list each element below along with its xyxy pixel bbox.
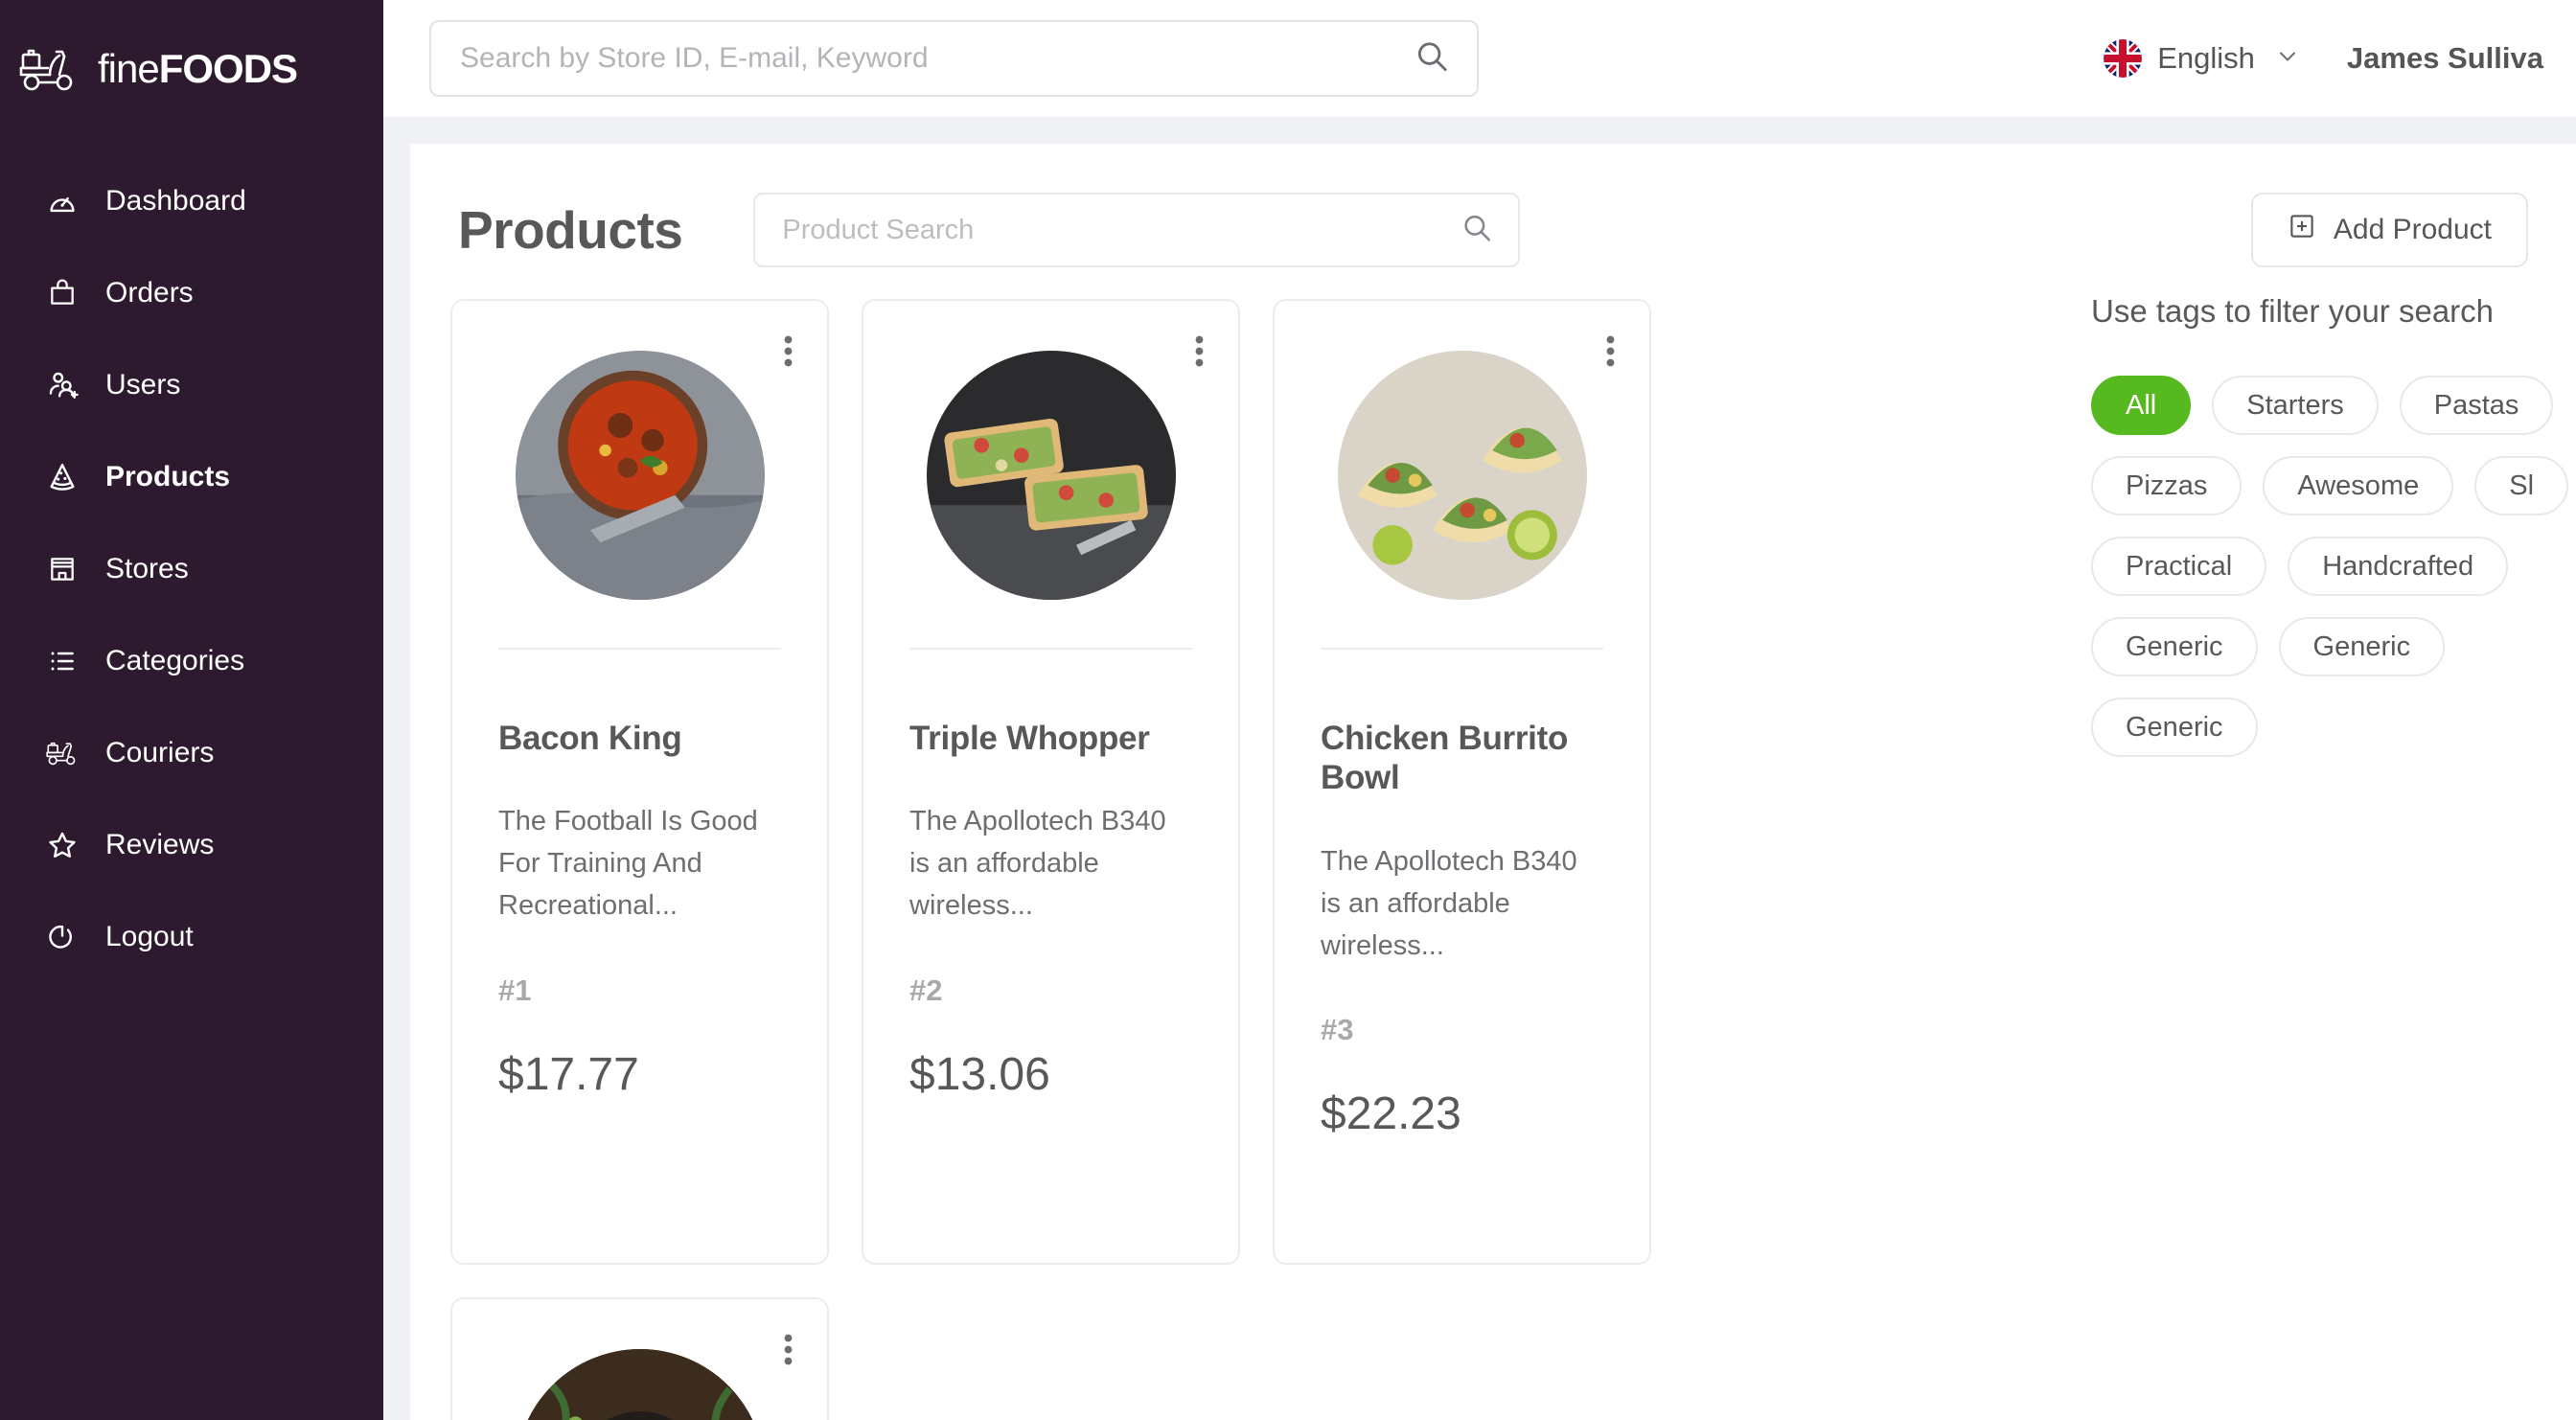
- sidebar-item-categories[interactable]: Categories: [0, 615, 383, 707]
- sidebar-item-logout[interactable]: Logout: [0, 891, 383, 983]
- product-rank: #2: [909, 973, 943, 1007]
- storefront-icon: [44, 551, 80, 587]
- product-card[interactable]: Chicken Burrito Bowl The Apollotech B340…: [1273, 299, 1651, 1265]
- product-description: The Apollotech B340 is an affordable wir…: [1321, 845, 1577, 961]
- sidebar: fine FOODS Dashboard Orders Users Produc…: [0, 0, 383, 1420]
- scooter-icon: [44, 735, 80, 771]
- tag-chip[interactable]: Starters: [2212, 376, 2379, 435]
- tag-chip[interactable]: Generic: [2091, 617, 2258, 676]
- products-grid: Bacon King The Football Is Good For Trai…: [450, 276, 2058, 1420]
- tag-chip[interactable]: All: [2091, 376, 2192, 435]
- sidebar-item-label: Dashboard: [105, 185, 246, 217]
- plus-square-icon: [2288, 212, 2316, 248]
- sidebar-item-reviews[interactable]: Reviews: [0, 799, 383, 891]
- sidebar-item-users[interactable]: Users: [0, 339, 383, 431]
- product-price: $17.77: [498, 1048, 639, 1100]
- sidebar-item-stores[interactable]: Stores: [0, 523, 383, 615]
- brand-name: fine FOODS: [98, 46, 298, 91]
- uk-flag-icon: [2104, 39, 2143, 78]
- sidebar-nav: Dashboard Orders Users Products Stores C…: [0, 155, 383, 983]
- product-description: The Football Is Good For Training And Re…: [498, 806, 758, 922]
- sidebar-item-label: Reviews: [105, 829, 215, 860]
- scooter-icon: [17, 43, 80, 95]
- global-search[interactable]: [429, 20, 1479, 97]
- tags-list: All Starters Pastas Pizzas Awesome Sl Pr…: [2091, 376, 2576, 757]
- brand-name-light: fine: [98, 46, 160, 91]
- product-price: $22.23: [1321, 1088, 1461, 1139]
- page-title: Products: [458, 200, 683, 260]
- product-card[interactable]: Triple Whopper The Apollotech B340 is an…: [862, 299, 1240, 1265]
- pizza-slice-icon: [44, 459, 80, 495]
- tag-chip[interactable]: Generic: [2091, 698, 2258, 757]
- sidebar-item-label: Products: [105, 461, 231, 492]
- product-name: Chicken Burrito Bowl: [1321, 720, 1569, 797]
- more-options-icon[interactable]: [784, 1334, 793, 1370]
- list-icon: [44, 643, 80, 679]
- topbar: English James Sulliva: [383, 0, 2576, 117]
- sidebar-item-dashboard[interactable]: Dashboard: [0, 155, 383, 247]
- language-selector[interactable]: English: [2104, 39, 2301, 78]
- card-divider: [1321, 648, 1603, 650]
- add-product-label: Add Product: [2333, 214, 2492, 245]
- card-divider: [909, 648, 1192, 650]
- tag-chip[interactable]: Pizzas: [2091, 456, 2242, 515]
- tag-chip[interactable]: Sl: [2474, 456, 2569, 515]
- product-description: The Apollotech B340 is an affordable wir…: [909, 806, 1166, 922]
- product-card[interactable]: Bacon King The Football Is Good For Trai…: [450, 299, 829, 1265]
- search-icon[interactable]: [1414, 38, 1450, 80]
- chevron-down-icon[interactable]: [2274, 43, 2301, 75]
- user-add-icon: [44, 367, 80, 403]
- user-name[interactable]: James Sulliva: [2347, 41, 2543, 76]
- tags-filter-panel: Use tags to filter your search All Start…: [2058, 276, 2576, 1420]
- product-image: [515, 1349, 765, 1420]
- tags-title: Use tags to filter your search: [2091, 293, 2495, 329]
- power-icon: [44, 919, 80, 955]
- sidebar-item-label: Stores: [105, 553, 189, 584]
- brand-logo[interactable]: fine FOODS: [0, 25, 383, 102]
- tag-chip[interactable]: Awesome: [2263, 456, 2454, 515]
- product-image: [1337, 351, 1587, 600]
- app-root: fine FOODS Dashboard Orders Users Produc…: [0, 0, 2576, 1420]
- sidebar-item-label: Categories: [105, 645, 245, 676]
- sidebar-item-products[interactable]: Products: [0, 431, 383, 523]
- product-rank: #1: [498, 973, 532, 1007]
- gauge-icon: [44, 183, 80, 219]
- sidebar-item-label: Users: [105, 369, 181, 401]
- product-search-input[interactable]: [782, 214, 1492, 246]
- content-stage: Products Add Product: [383, 117, 2576, 1420]
- product-image: [515, 351, 765, 600]
- star-icon: [44, 827, 80, 863]
- add-product-button[interactable]: Add Product: [2250, 193, 2528, 267]
- tag-chip[interactable]: Practical: [2091, 537, 2267, 596]
- tag-chip[interactable]: Handcrafted: [2288, 537, 2509, 596]
- tag-chip[interactable]: Generic: [2278, 617, 2446, 676]
- main-area: English James Sulliva Products: [383, 0, 2576, 1420]
- sidebar-item-couriers[interactable]: Couriers: [0, 707, 383, 799]
- product-search[interactable]: [753, 193, 1521, 267]
- product-name: Triple Whopper: [909, 720, 1150, 757]
- sidebar-item-label: Orders: [105, 277, 194, 309]
- search-icon[interactable]: [1460, 212, 1493, 249]
- product-image: [926, 351, 1176, 600]
- sidebar-item-orders[interactable]: Orders: [0, 247, 383, 339]
- product-rank: #3: [1321, 1012, 1354, 1046]
- bag-icon: [44, 275, 80, 311]
- language-label: English: [2157, 41, 2255, 75]
- product-name: Bacon King: [498, 720, 682, 757]
- card-divider: [498, 648, 781, 650]
- product-card[interactable]: Broccoli Beef New range of formal shirts…: [450, 1297, 829, 1420]
- tag-chip[interactable]: Pastas: [2399, 376, 2554, 435]
- more-options-icon[interactable]: [1606, 335, 1615, 372]
- more-options-icon[interactable]: [1195, 335, 1204, 372]
- panel-body: Bacon King The Football Is Good For Trai…: [410, 276, 2576, 1420]
- products-grid-column: Bacon King The Football Is Good For Trai…: [410, 276, 2058, 1420]
- products-panel: Products Add Product: [410, 144, 2576, 1420]
- sidebar-item-label: Couriers: [105, 737, 215, 768]
- panel-header: Products Add Product: [410, 184, 2576, 276]
- brand-name-bold: FOODS: [158, 46, 298, 91]
- search-input[interactable]: [460, 42, 1448, 75]
- product-price: $13.06: [909, 1048, 1050, 1100]
- more-options-icon[interactable]: [784, 335, 793, 372]
- sidebar-item-label: Logout: [105, 921, 194, 952]
